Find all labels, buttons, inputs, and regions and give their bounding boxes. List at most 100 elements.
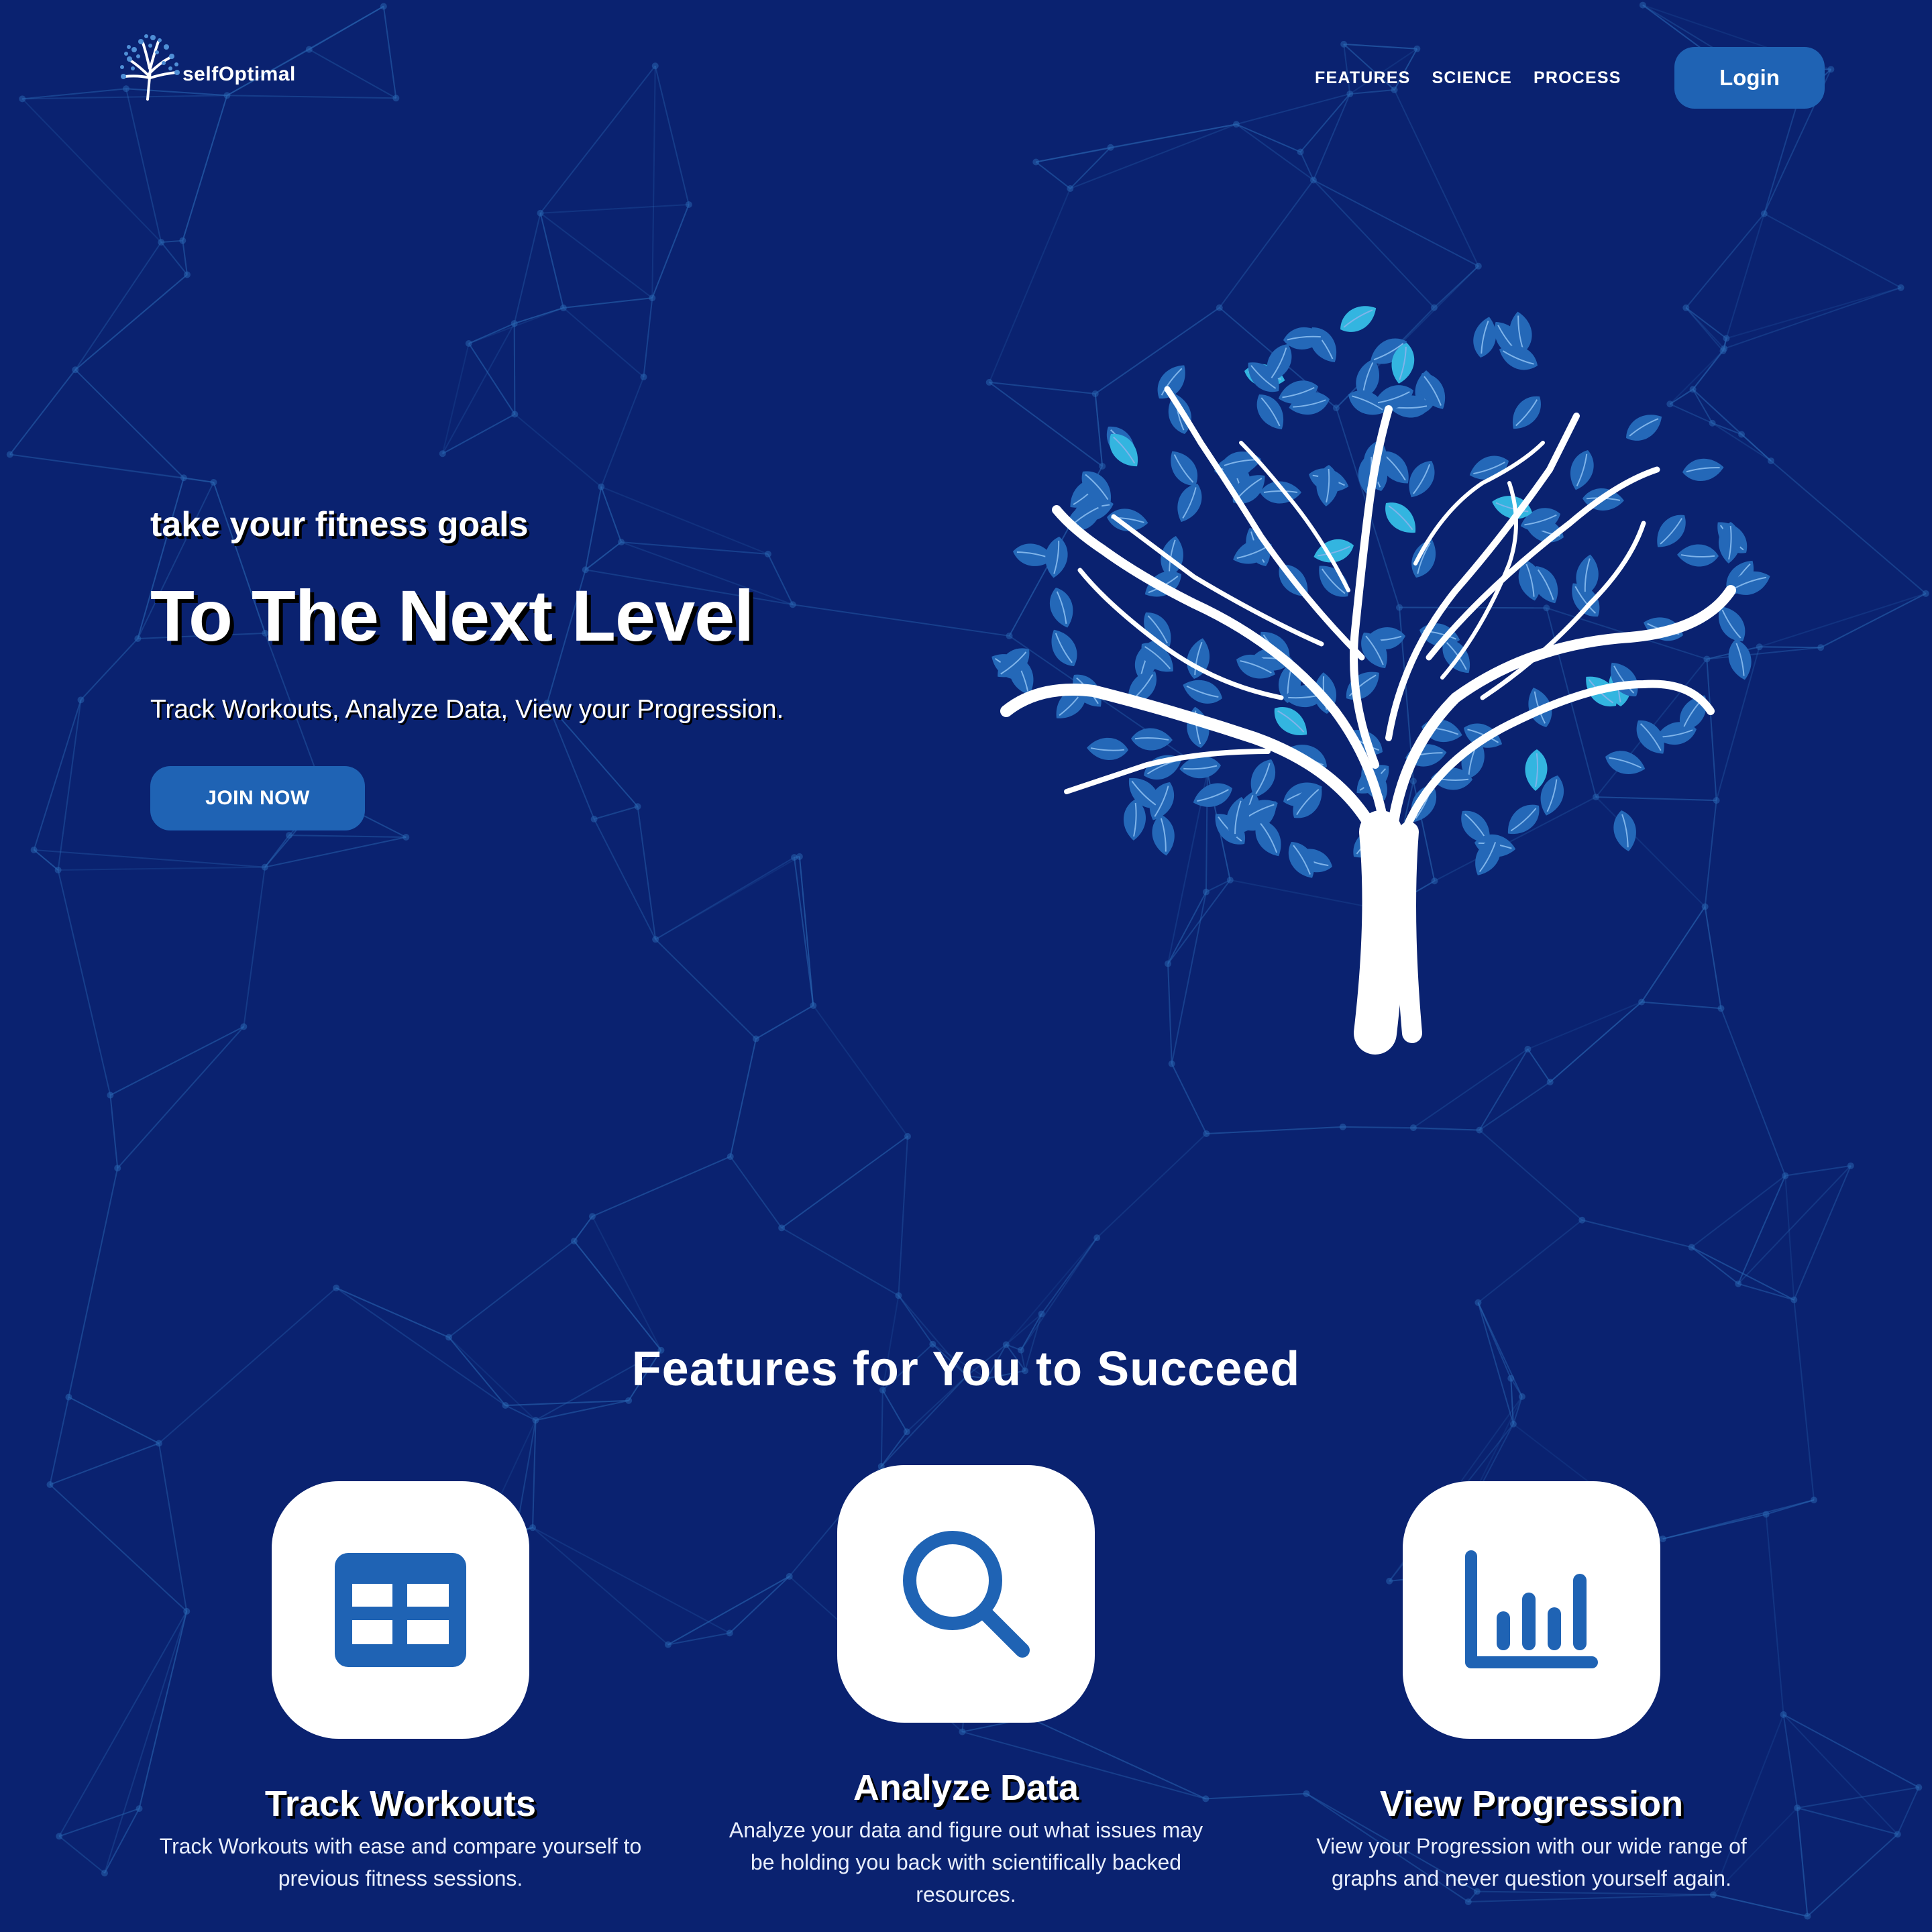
network-line <box>68 1396 160 1444</box>
network-node <box>56 1833 63 1840</box>
tree-icon <box>120 34 180 101</box>
hero-kicker: take your fitness goals <box>150 505 529 544</box>
feature-icon-box <box>272 1481 529 1739</box>
network-line <box>243 867 266 1027</box>
network-line <box>655 856 800 941</box>
feature-card-track: Track Workouts Track Workouts with ease … <box>119 1481 682 1894</box>
network-line <box>600 376 645 488</box>
network-line <box>49 1397 70 1485</box>
network-node <box>1203 1130 1210 1137</box>
network-line <box>1759 592 1927 648</box>
feature-card-analyze: Analyze Data Analyze your data and figur… <box>684 1465 1248 1911</box>
leaf <box>1605 751 1646 774</box>
bar-chart-icon <box>1465 1550 1598 1668</box>
network-line <box>289 835 407 839</box>
network-line <box>643 298 653 378</box>
network-node <box>1804 1913 1811 1920</box>
leaf <box>1512 396 1541 429</box>
leaf <box>1613 810 1636 852</box>
nav-science[interactable]: SCIENCE <box>1432 68 1512 88</box>
network-node <box>1760 210 1768 217</box>
network-line <box>513 213 541 324</box>
network-line <box>584 486 602 570</box>
network-line <box>1344 43 1417 50</box>
search-icon <box>903 1531 1030 1658</box>
network-line <box>539 65 656 214</box>
network-node <box>134 635 142 643</box>
hero-subtitle: Track Workouts, Analyze Data, View your … <box>150 695 784 724</box>
network-line <box>1313 93 1351 180</box>
network-line <box>514 413 602 488</box>
leaf <box>1473 317 1497 358</box>
network-line <box>1479 1129 1582 1221</box>
leaf <box>1340 306 1377 332</box>
network-node <box>402 834 410 841</box>
network-node <box>1847 1162 1854 1169</box>
network-line <box>1096 1133 1208 1238</box>
network-line <box>1313 179 1479 267</box>
network-line <box>574 1240 662 1351</box>
nav-features[interactable]: FEATURES <box>1315 68 1410 88</box>
join-now-button[interactable]: JOIN NOW <box>150 766 365 830</box>
network-line <box>1713 1894 1808 1917</box>
network-line <box>33 700 82 851</box>
network-line <box>1171 1063 1208 1134</box>
feature-title: View Progression <box>1379 1784 1684 1824</box>
leaf <box>1171 451 1198 486</box>
network-line <box>50 1442 160 1485</box>
network-line <box>57 700 82 871</box>
feature-description: Analyze your data and figure out what is… <box>729 1818 1203 1907</box>
network-line <box>651 204 690 299</box>
nav-process[interactable]: PROCESS <box>1534 68 1621 88</box>
network-line <box>1069 123 1237 189</box>
network-line <box>1796 1786 1919 1809</box>
network-node <box>1915 1784 1923 1791</box>
features-heading: Features for You to Succeed <box>631 1342 1301 1396</box>
network-node <box>1474 262 1482 270</box>
network-line <box>382 6 397 99</box>
network-line <box>1737 1175 1786 1285</box>
network-line <box>563 307 645 378</box>
network-line <box>182 95 228 241</box>
network-line <box>798 856 814 1006</box>
network-line <box>1299 93 1351 153</box>
network-line <box>1785 1165 1851 1177</box>
leaf <box>1507 804 1540 835</box>
network-line <box>1342 1126 1413 1129</box>
feature-icon-box <box>837 1465 1095 1723</box>
logo[interactable]: selfOptimal <box>113 27 314 101</box>
feature-card-progression: View Progression View your Progression w… <box>1250 1481 1813 1894</box>
network-line <box>117 1026 245 1169</box>
network-line <box>781 1227 899 1297</box>
tree-illustration <box>991 306 1770 1055</box>
network-line <box>880 1390 883 1466</box>
feature-title: Analyze Data <box>853 1768 1079 1808</box>
network-line <box>109 1026 244 1096</box>
network-line <box>1896 1787 1920 1835</box>
network-line <box>468 343 516 415</box>
network-line <box>1764 213 1902 288</box>
network-line <box>585 541 622 571</box>
network-line <box>1006 1237 1097 1345</box>
network-line <box>574 1216 593 1242</box>
network-line <box>21 98 162 243</box>
network-node <box>1032 158 1040 166</box>
network-line <box>880 1431 908 1467</box>
network-line <box>1468 1894 1713 1903</box>
network-line <box>729 1038 757 1157</box>
hero-title: To The Next Level <box>150 575 754 656</box>
logo-text: selfOptimal <box>182 63 296 85</box>
network-line <box>514 307 564 325</box>
network-line <box>1691 1175 1786 1248</box>
network-line <box>1582 1219 1692 1248</box>
network-line <box>1807 1833 1898 1917</box>
network-node <box>789 601 796 608</box>
leaf <box>1045 537 1068 578</box>
network-line <box>594 806 638 820</box>
network-line <box>80 638 139 700</box>
login-button[interactable]: Login <box>1674 47 1825 109</box>
network-line <box>654 65 690 205</box>
network-node <box>904 1132 911 1140</box>
network-line <box>1035 161 1071 189</box>
network-line <box>1770 460 1927 594</box>
